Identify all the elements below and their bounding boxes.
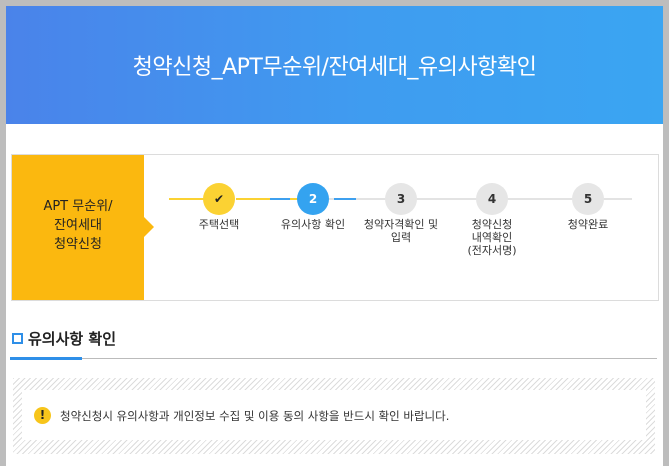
square-bullet-icon — [12, 333, 23, 344]
step-4-number: 4 — [487, 192, 497, 206]
exclamation-icon: ! — [34, 407, 51, 424]
page-window: 청약신청_APT무순위/잔여세대_유의사항확인 APT 무순위/ 잔여세대 청약… — [6, 6, 663, 466]
step-5-number: 5 — [583, 192, 593, 206]
step-progress-panel: APT 무순위/ 잔여세대 청약신청 ✔ 주택선택 2 유의사항 확인 3 청약… — [11, 154, 659, 301]
step-3-circle: 3 — [385, 183, 417, 215]
step-category-label: APT 무순위/ 잔여세대 청약신청 — [43, 199, 113, 252]
section-header: 유의사항 확인 — [10, 328, 657, 362]
step-1-circle: ✔ — [203, 183, 235, 215]
notice-box: ! 청약신청시 유의사항과 개인정보 수집 및 이용 동의 사항을 반드시 확인… — [22, 390, 646, 440]
page-header: 청약신청_APT무순위/잔여세대_유의사항확인 — [6, 6, 663, 124]
step-connector-2 — [236, 198, 300, 200]
step-5-circle: 5 — [572, 183, 604, 215]
step-2-number: 2 — [308, 192, 318, 206]
section-divider-accent — [10, 357, 82, 360]
step-connector-4 — [270, 198, 290, 200]
step-2-caption: 유의사항 확인 — [280, 218, 346, 231]
step-3-number: 3 — [396, 192, 406, 206]
step-category-box: APT 무순위/ 잔여세대 청약신청 — [12, 155, 154, 300]
step-5-caption: 청약완료 — [567, 218, 609, 231]
section-title: 유의사항 확인 — [28, 330, 117, 348]
checkmark-icon: ✔ — [213, 192, 225, 206]
step-3-caption: 청약자격확인 및 입력 — [363, 218, 439, 244]
page-title: 청약신청_APT무순위/잔여세대_유의사항확인 — [132, 55, 537, 80]
step-2-circle: 2 — [297, 183, 329, 215]
step-connector-5 — [334, 198, 356, 200]
step-4-caption: 청약신청 내역확인 (전자서명) — [467, 218, 517, 257]
notice-area: ! 청약신청시 유의사항과 개인정보 수집 및 이용 동의 사항을 반드시 확인… — [13, 378, 655, 454]
step-4-circle: 4 — [476, 183, 508, 215]
step-1-caption: 주택선택 — [198, 218, 240, 231]
section-divider — [10, 358, 657, 359]
notice-text: 청약신청시 유의사항과 개인정보 수집 및 이용 동의 사항을 반드시 확인 바… — [60, 409, 450, 423]
